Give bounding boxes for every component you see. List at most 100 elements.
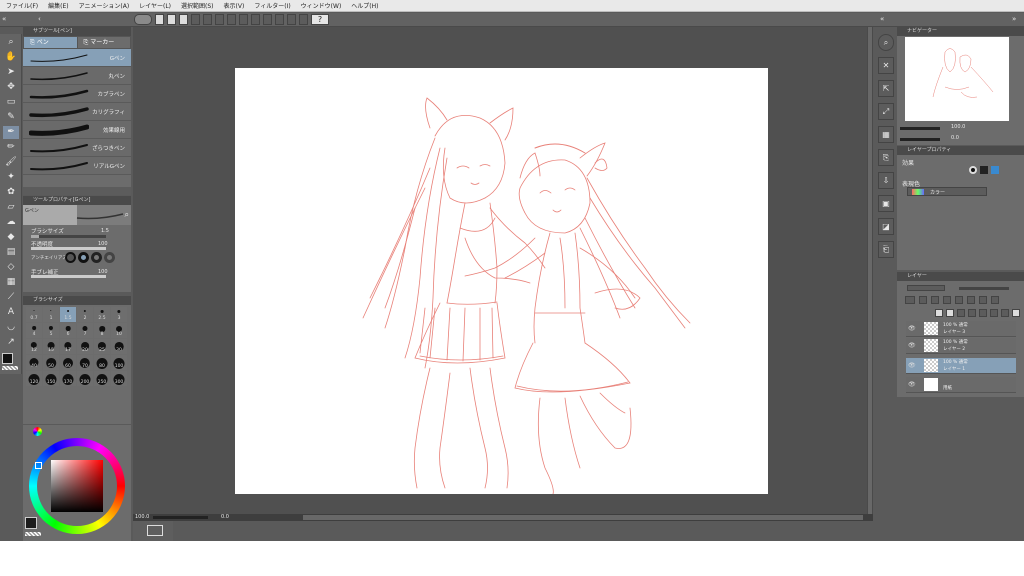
brush-size-cell[interactable]: 4 bbox=[26, 323, 42, 338]
blend-tool-icon[interactable]: ☁ bbox=[3, 216, 19, 229]
layer-row[interactable]: 👁 用紙 bbox=[906, 377, 1016, 393]
copy-layer-icon[interactable]: ⎘ bbox=[878, 149, 894, 166]
gradient-tool-icon[interactable]: ▤ bbox=[3, 246, 19, 259]
balloon-tool-icon[interactable]: ◡ bbox=[3, 321, 19, 334]
search-icon[interactable]: ⌕ bbox=[878, 34, 894, 51]
pencil-tool-icon[interactable]: ✏ bbox=[3, 141, 19, 154]
brush-size-cell[interactable]: 120 bbox=[26, 371, 42, 386]
brush-tool-icon[interactable]: 🖌 bbox=[3, 156, 19, 169]
frame-tool-icon[interactable]: ▦ bbox=[3, 276, 19, 289]
brush-size-cell[interactable]: 25 bbox=[94, 339, 110, 354]
tab-pen[interactable]: ⎘ ペン bbox=[24, 37, 77, 48]
eye-icon[interactable]: 👁 bbox=[908, 381, 916, 388]
brush-size-cell[interactable]: 150 bbox=[43, 371, 59, 386]
eraser-tool-icon[interactable]: ▱ bbox=[3, 201, 19, 214]
eye-icon[interactable]: 👁 bbox=[908, 342, 916, 349]
move-layer-tool-icon[interactable]: ✥ bbox=[3, 81, 19, 94]
hand-tool-icon[interactable]: ✋ bbox=[3, 51, 19, 64]
panel-collapse-right[interactable]: « bbox=[880, 15, 894, 24]
brush-size-cell[interactable]: 250 bbox=[94, 371, 110, 386]
panel-collapse-left-2[interactable]: ‹ bbox=[38, 15, 48, 24]
main-color-swatch[interactable] bbox=[2, 353, 13, 364]
menu-item[interactable]: アニメーション(A) bbox=[79, 1, 130, 10]
navigator-angle-slider[interactable] bbox=[900, 138, 940, 141]
brush-item[interactable]: リアルGペン bbox=[23, 157, 131, 175]
crop-icon[interactable] bbox=[227, 14, 236, 25]
brush-size-cell[interactable]: 40 bbox=[26, 355, 42, 370]
eyedropper-tool-icon[interactable]: ✎ bbox=[3, 111, 19, 124]
brush-size-cell[interactable]: 6 bbox=[60, 323, 76, 338]
layer-move-icon[interactable]: ⇱ bbox=[878, 80, 894, 97]
brush-size-cell[interactable]: 200 bbox=[77, 371, 93, 386]
brush-size-cell[interactable]: 17 bbox=[60, 339, 76, 354]
brush-item[interactable]: ざらつきペン bbox=[23, 139, 131, 157]
brush-size-cell[interactable]: 1.5 bbox=[60, 307, 76, 322]
canvas-view-icon[interactable] bbox=[134, 14, 152, 25]
undo-icon[interactable] bbox=[191, 14, 200, 25]
pen-tool-icon[interactable]: ✒ bbox=[3, 126, 19, 139]
color-square[interactable] bbox=[51, 460, 103, 512]
brush-size-cell[interactable]: 8 bbox=[94, 323, 110, 338]
figure-tool-icon[interactable]: ◇ bbox=[3, 261, 19, 274]
navigator-preview[interactable] bbox=[905, 37, 1009, 121]
brush-size-cell[interactable]: 15 bbox=[43, 339, 59, 354]
paste-icon[interactable]: ⎗ bbox=[878, 241, 894, 258]
brush-size-cell[interactable]: 100 bbox=[111, 355, 127, 370]
redo-icon[interactable] bbox=[203, 14, 212, 25]
brush-size-cell[interactable]: 0.7 bbox=[26, 307, 42, 322]
color-main-swatch[interactable] bbox=[25, 517, 37, 529]
menu-item[interactable]: ヘルプ(H) bbox=[351, 1, 378, 10]
airbrush-tool-icon[interactable]: ✦ bbox=[3, 171, 19, 184]
menu-item[interactable]: ウィンドウ(W) bbox=[301, 1, 342, 10]
canvas-paper[interactable] bbox=[235, 68, 768, 494]
brush-size-cell[interactable]: 12 bbox=[26, 339, 42, 354]
color-wheel[interactable] bbox=[29, 438, 125, 534]
brush-item[interactable]: Gペン bbox=[23, 49, 131, 67]
tone-icon[interactable]: ▦ bbox=[878, 126, 894, 143]
effect-buttons[interactable] bbox=[969, 166, 999, 174]
opacity-slider-layer[interactable] bbox=[959, 287, 1009, 290]
magnify-icon[interactable]: ⌕ bbox=[125, 210, 129, 220]
snap-perspective-icon[interactable] bbox=[299, 14, 308, 25]
blend-mode-select[interactable] bbox=[907, 285, 945, 291]
merge-layer-icon[interactable]: ⇩ bbox=[878, 172, 894, 189]
menu-item[interactable]: 選択範囲(S) bbox=[181, 1, 214, 10]
brush-size-cell[interactable]: 1 bbox=[43, 307, 59, 322]
brush-size-cell[interactable]: 5 bbox=[43, 323, 59, 338]
layer-row[interactable]: 👁 100 % 通常 レイヤー 3 bbox=[906, 321, 1016, 337]
menu-item[interactable]: 表示(V) bbox=[224, 1, 245, 10]
panel-collapse-right-2[interactable]: » bbox=[1012, 15, 1022, 24]
text-tool-icon[interactable]: A bbox=[3, 306, 19, 319]
zoom-tool-icon[interactable]: ⌕ bbox=[3, 36, 19, 49]
hue-marker[interactable] bbox=[35, 462, 42, 469]
brush-size-cell[interactable]: 170 bbox=[60, 371, 76, 386]
brush-item[interactable]: カリグラフィ bbox=[23, 103, 131, 121]
brush-size-cell[interactable]: 2 bbox=[77, 307, 93, 322]
flip-icon[interactable] bbox=[239, 14, 248, 25]
eye-icon[interactable]: 👁 bbox=[908, 362, 916, 369]
decoration-tool-icon[interactable]: ✿ bbox=[3, 186, 19, 199]
menu-item[interactable]: 編集(E) bbox=[48, 1, 68, 10]
new-file-icon[interactable] bbox=[155, 14, 164, 25]
canvas-hscroll[interactable] bbox=[303, 515, 863, 520]
brush-size-cell[interactable]: 50 bbox=[43, 355, 59, 370]
snap-ruler-icon[interactable] bbox=[275, 14, 284, 25]
eye-icon[interactable]: 👁 bbox=[908, 325, 916, 332]
close-layers-icon[interactable]: ✕ bbox=[878, 57, 894, 74]
brush-size-cell[interactable]: 7 bbox=[77, 323, 93, 338]
brush-size-cell[interactable]: 3 bbox=[111, 307, 127, 322]
thumb-icon[interactable] bbox=[147, 525, 163, 536]
brush-item[interactable]: 効果線用 bbox=[23, 121, 131, 139]
tab-marker[interactable]: ⎘ マーカー bbox=[77, 37, 130, 48]
image-layer-icon[interactable]: ▣ bbox=[878, 195, 894, 212]
fill-icon[interactable] bbox=[263, 14, 272, 25]
menu-item[interactable]: レイヤー(L) bbox=[139, 1, 171, 10]
clear-icon[interactable] bbox=[251, 14, 260, 25]
menu-item[interactable]: フィルター(I) bbox=[254, 1, 290, 10]
stabilize-slider[interactable] bbox=[31, 275, 106, 278]
color-transparent-swatch[interactable] bbox=[25, 532, 41, 536]
brush-size-cell[interactable]: 2.5 bbox=[94, 307, 110, 322]
brush-size-cell[interactable]: 10 bbox=[111, 323, 127, 338]
ruler-tool-icon[interactable]: ⟋ bbox=[3, 291, 19, 304]
layer-row[interactable]: 👁 100 % 通常 レイヤー 2 bbox=[906, 338, 1016, 354]
